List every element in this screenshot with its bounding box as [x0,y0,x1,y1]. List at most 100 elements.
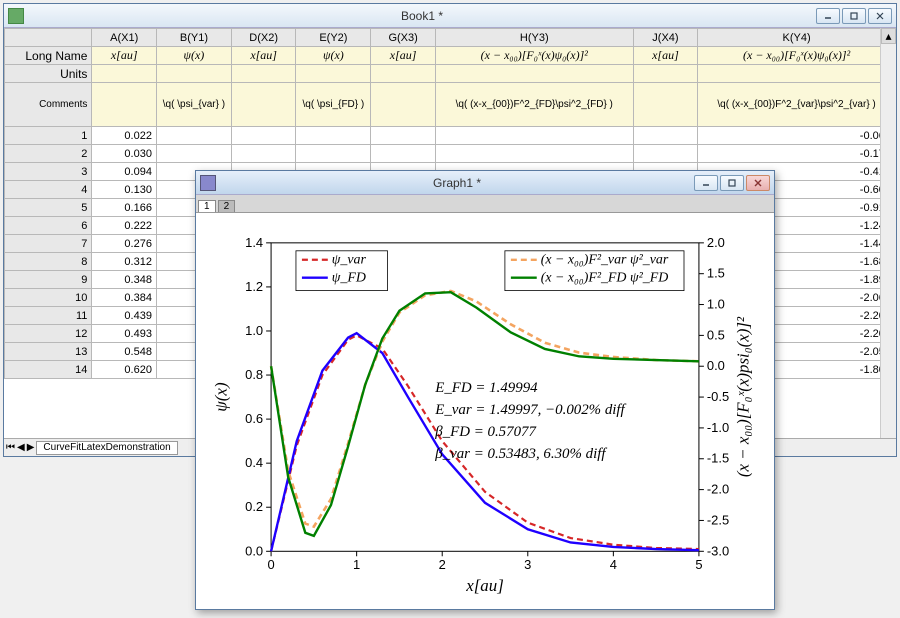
row-number[interactable]: 10 [5,289,92,307]
svg-text:x[au]: x[au] [465,576,504,595]
svg-text:1.5: 1.5 [707,266,725,281]
svg-text:-0.5: -0.5 [707,389,729,404]
cell[interactable]: 0.222 [92,217,157,235]
col-header[interactable]: B(Y1) [156,29,231,47]
svg-text:-3.0: -3.0 [707,543,729,558]
svg-text:ψ_var: ψ_var [332,253,367,268]
cell[interactable]: 0.493 [92,325,157,343]
graph-page-tabs[interactable]: 1 2 [196,195,774,213]
svg-text:-2.0: -2.0 [707,482,729,497]
svg-text:1: 1 [353,557,360,572]
col-header[interactable]: A(X1) [92,29,157,47]
svg-text:0.6: 0.6 [245,411,263,426]
svg-text:1.2: 1.2 [245,279,263,294]
row-number[interactable]: 8 [5,253,92,271]
row-number[interactable]: 13 [5,343,92,361]
nav-first-icon[interactable]: ⏮ [6,442,15,453]
row-number[interactable]: 6 [5,217,92,235]
svg-text:0: 0 [267,557,274,572]
row-number[interactable]: 3 [5,163,92,181]
table-row[interactable]: 2 0.030 -0.175 [5,145,896,163]
row-number[interactable]: 12 [5,325,92,343]
cell[interactable]: -0.175 [698,145,896,163]
scroll-up-icon[interactable]: ▴ [881,28,896,44]
graph-page-tab[interactable]: 2 [218,200,236,212]
maximize-button[interactable] [720,175,744,191]
longname-row[interactable]: Long Name x[au] ψ(x) x[au] ψ(x) x[au] (x… [5,47,896,65]
cell[interactable]: 0.094 [92,163,157,181]
svg-text:-2.5: -2.5 [707,512,729,527]
row-number[interactable]: 1 [5,127,92,145]
cell[interactable]: 0.022 [92,127,157,145]
col-header[interactable]: H(Y3) [435,29,633,47]
cell[interactable]: 0.030 [92,145,157,163]
cell[interactable]: 0.276 [92,235,157,253]
svg-text:4: 4 [610,557,617,572]
units-row[interactable]: Units [5,65,896,83]
close-button[interactable] [868,8,892,24]
comments-row[interactable]: Comments \q( \psi_{var} ) \q( \psi_{FD} … [5,83,896,127]
table-row[interactable]: 1 0.022 -0.064 [5,127,896,145]
col-header[interactable]: J(X4) [633,29,698,47]
svg-text:(x − x₀₀)F²_var ψ²_var: (x − x₀₀)F²_var ψ²_var [541,253,669,268]
minimize-button[interactable] [816,8,840,24]
workbook-titlebar[interactable]: Book1 * [4,4,896,28]
cell[interactable]: 0.312 [92,253,157,271]
svg-text:-1.5: -1.5 [707,451,729,466]
series-psi_var [271,335,699,551]
graph-title: Graph1 * [220,176,694,190]
cell[interactable]: 0.384 [92,289,157,307]
plot-annotation: β_FD = 0.57077 [434,424,536,440]
svg-text:1.4: 1.4 [245,235,263,250]
corner-cell [5,29,92,47]
cell[interactable]: 0.620 [92,361,157,379]
row-label: Comments [5,83,92,127]
cell[interactable]: 0.166 [92,199,157,217]
row-number[interactable]: 2 [5,145,92,163]
maximize-button[interactable] [842,8,866,24]
row-label: Units [5,65,92,83]
col-header[interactable]: E(Y2) [296,29,371,47]
minimize-button[interactable] [694,175,718,191]
column-header-row[interactable]: A(X1) B(Y1) D(X2) E(Y2) G(X3) H(Y3) J(X4… [5,29,896,47]
row-number[interactable]: 7 [5,235,92,253]
nav-prev-icon[interactable]: ◀ [17,442,25,453]
row-number[interactable]: 14 [5,361,92,379]
cell[interactable]: 0.130 [92,181,157,199]
cell[interactable]: 0.439 [92,307,157,325]
plot-svg: 0123450.00.20.40.60.81.01.21.4-3.0-2.5-2… [196,213,774,609]
workbook-title: Book1 * [28,9,816,23]
col-header[interactable]: D(X2) [231,29,296,47]
svg-text:1.0: 1.0 [707,297,725,312]
svg-text:0.5: 0.5 [707,327,725,342]
row-number[interactable]: 5 [5,199,92,217]
svg-text:0.0: 0.0 [707,358,725,373]
close-button[interactable] [746,175,770,191]
cell[interactable]: 0.548 [92,343,157,361]
plot-area[interactable]: 0123450.00.20.40.60.81.01.21.4-3.0-2.5-2… [196,213,774,609]
row-label: Long Name [5,47,92,65]
graph-page-tab[interactable]: 1 [198,200,216,212]
nav-next-icon[interactable]: ▶ [27,442,35,453]
row-number[interactable]: 11 [5,307,92,325]
svg-text:3: 3 [524,557,531,572]
series-psi_fd [271,333,699,551]
cell[interactable]: 0.348 [92,271,157,289]
workbook-sysicon [8,8,24,24]
svg-text:5: 5 [695,557,702,572]
row-number[interactable]: 4 [5,181,92,199]
row-number[interactable]: 9 [5,271,92,289]
svg-text:0.8: 0.8 [245,367,263,382]
graph-titlebar[interactable]: Graph1 * [196,171,774,195]
sheet-tab[interactable]: CurveFitLatexDemonstration [36,441,177,455]
svg-text:-1.0: -1.0 [707,420,729,435]
plot-annotation: E_FD = 1.49994 [434,380,538,396]
col-header[interactable]: G(X3) [371,29,436,47]
plot-annotation: β_var = 0.53483, 6.30% diff [434,446,607,462]
svg-text:ψ(x): ψ(x) [211,382,230,412]
cell[interactable]: -0.064 [698,127,896,145]
svg-text:(x − x₀₀)F²_FD ψ²_FD: (x − x₀₀)F²_FD ψ²_FD [541,271,669,286]
col-header[interactable]: K(Y4) [698,29,896,47]
svg-text:1.0: 1.0 [245,323,263,338]
vertical-scrollbar[interactable]: ▴ [880,28,896,438]
